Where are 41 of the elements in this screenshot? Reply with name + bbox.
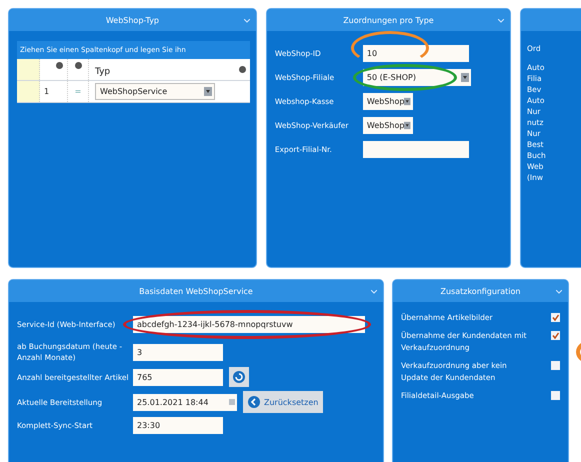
dropdown-field[interactable]: WebShop	[362, 117, 413, 134]
checkbox[interactable]	[551, 313, 560, 322]
dropdown-arrow-icon	[404, 97, 411, 106]
panel-title: Basisdaten WebShopService	[139, 286, 253, 296]
dropdown-field[interactable]: WebShopService	[95, 83, 215, 100]
collapse-icon[interactable]	[371, 290, 377, 294]
input-field[interactable]: 23:30	[133, 417, 223, 434]
checkbox[interactable]	[551, 331, 560, 340]
row-marker: =	[74, 87, 82, 96]
dropdown-arrow-icon	[204, 87, 212, 96]
dropdown-arrow-icon	[460, 73, 469, 82]
input-field[interactable]: abcdefgh-1234-ijkl-5678-mnopqrstuvw	[133, 316, 365, 333]
panel-title: Zusatzkonfiguration	[440, 286, 520, 296]
panel-title: WebShop-Typ	[106, 16, 160, 24]
row-header-cell	[17, 59, 40, 80]
checkbox[interactable]	[551, 391, 560, 400]
filter-icon	[56, 62, 63, 69]
collapse-icon[interactable]	[244, 19, 250, 23]
date-field[interactable]: 25.01.2021 18:44	[133, 394, 237, 410]
collapse-icon[interactable]	[556, 290, 562, 294]
filter-icon	[74, 62, 82, 69]
back-icon	[248, 396, 260, 408]
input-field[interactable]	[362, 141, 469, 158]
table-cell: 1	[44, 87, 50, 96]
dropdown-field[interactable]: WebShop	[362, 93, 413, 110]
refresh-button[interactable]	[229, 367, 249, 387]
collapse-icon[interactable]	[498, 19, 504, 23]
refresh-icon	[232, 370, 246, 384]
input-field[interactable]: 765	[133, 368, 223, 386]
row-header-cell	[17, 81, 40, 102]
checkbox[interactable]	[551, 361, 560, 370]
dropdown-field[interactable]: 50 (E-SHOP)	[362, 69, 471, 86]
panel-title: Zuordnungen pro Type	[343, 16, 434, 24]
input-field[interactable]: 3	[133, 344, 223, 360]
input-field[interactable]: 10	[362, 45, 469, 62]
filter-icon	[238, 66, 246, 73]
dropdown-arrow-icon	[404, 121, 411, 130]
column-header[interactable]: Typ	[95, 66, 110, 76]
calendar-icon	[229, 399, 235, 405]
reset-button[interactable]: Zurücksetzen	[243, 391, 324, 413]
panel-header	[521, 9, 581, 31]
